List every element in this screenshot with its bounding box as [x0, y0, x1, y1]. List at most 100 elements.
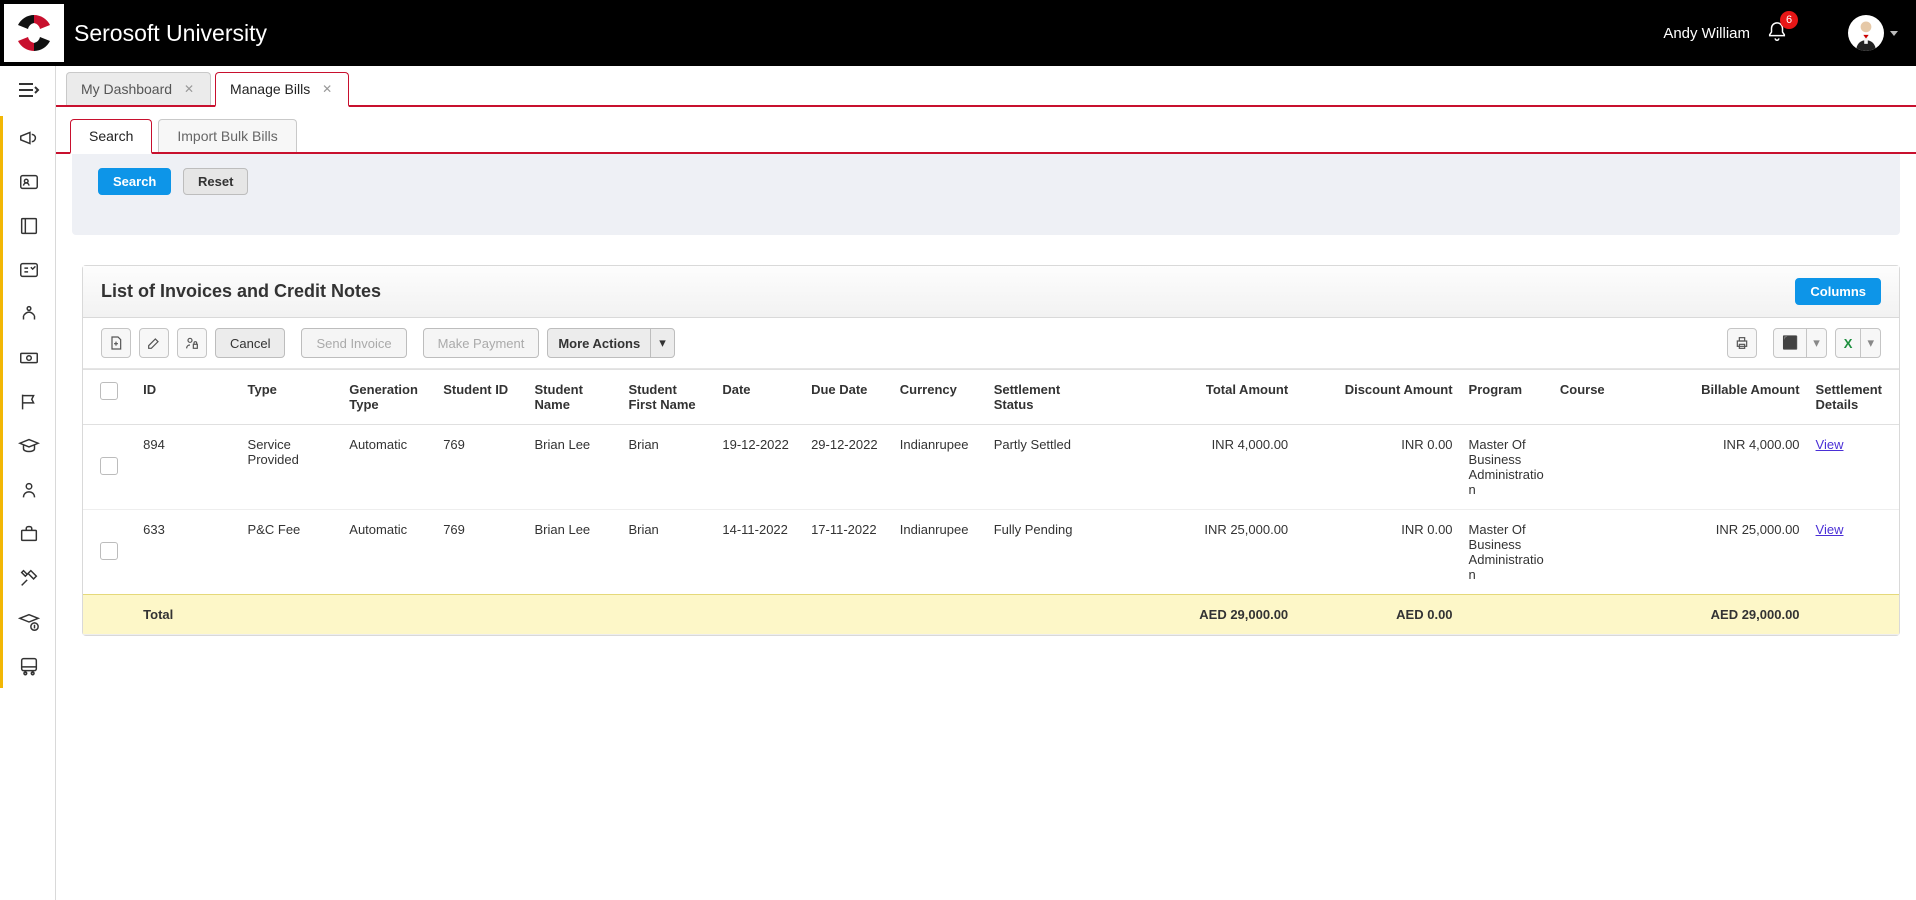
user-name[interactable]: Andy William [1663, 25, 1750, 42]
sidebar-item-tasks[interactable] [0, 248, 56, 292]
flag-icon [18, 391, 40, 413]
more-actions-dropdown[interactable]: More Actions ▾ [547, 328, 674, 358]
book-icon [18, 215, 40, 237]
sidebar [0, 66, 56, 900]
cell-total-amount: INR 4,000.00 [1087, 425, 1296, 510]
app-logo[interactable] [4, 4, 64, 62]
reset-button[interactable]: Reset [183, 168, 248, 195]
sidebar-item-users[interactable] [0, 468, 56, 512]
cell-settlement-status: Fully Pending [986, 510, 1088, 595]
cell-student-name: Brian Lee [527, 510, 621, 595]
table-row[interactable]: 894 Service Provided Automatic 769 Brian… [83, 425, 1899, 510]
tab-label: Manage Bills [230, 81, 310, 97]
cell-student-id: 769 [435, 510, 526, 595]
col-gen-type[interactable]: Generation Type [341, 370, 435, 425]
tab-manage-bills[interactable]: Manage Bills ✕ [215, 72, 349, 107]
sub-tab-import[interactable]: Import Bulk Bills [158, 119, 296, 152]
sidebar-item-finance[interactable] [0, 336, 56, 380]
sidebar-item-reports[interactable] [0, 380, 56, 424]
sidebar-item-library[interactable] [0, 204, 56, 248]
excel-icon: X [1836, 336, 1861, 351]
cash-icon [18, 347, 40, 369]
sidebar-item-services[interactable] [0, 512, 56, 556]
col-discount-amount[interactable]: Discount Amount [1296, 370, 1460, 425]
notification-badge: 6 [1780, 11, 1798, 29]
cell-total-amount: INR 25,000.00 [1087, 510, 1296, 595]
total-billable: AED 29,000.00 [1682, 595, 1807, 635]
col-total-amount[interactable]: Total Amount [1087, 370, 1296, 425]
col-settlement-details[interactable]: Settlement Details [1808, 370, 1899, 425]
export-excel-dropdown[interactable]: X ▾ [1835, 328, 1881, 358]
more-actions-label: More Actions [548, 336, 650, 351]
col-settlement-status[interactable]: Settlement Status [986, 370, 1088, 425]
graduation-icon [18, 435, 40, 457]
edit-button[interactable] [139, 328, 169, 358]
total-label: Total [135, 595, 239, 635]
sub-tab-search[interactable]: Search [70, 119, 152, 154]
table-row[interactable]: 633 P&C Fee Automatic 769 Brian Lee Bria… [83, 510, 1899, 595]
row-checkbox[interactable] [100, 542, 118, 560]
tab-my-dashboard[interactable]: My Dashboard ✕ [66, 72, 211, 105]
close-icon[interactable]: ✕ [320, 82, 334, 96]
briefcase-icon [18, 523, 40, 545]
col-first-name[interactable]: Student First Name [620, 370, 714, 425]
cell-student-id: 769 [435, 425, 526, 510]
send-invoice-button[interactable]: Send Invoice [301, 328, 406, 358]
cancel-button[interactable]: Cancel [215, 328, 285, 358]
notifications-button[interactable]: 6 [1766, 21, 1788, 46]
user-icon [18, 479, 40, 501]
print-button[interactable] [1727, 328, 1757, 358]
row-checkbox[interactable] [100, 457, 118, 475]
view-link[interactable]: View [1816, 437, 1844, 452]
sidebar-item-profile[interactable] [0, 160, 56, 204]
sidebar-item-graduation[interactable] [0, 424, 56, 468]
cell-type: P&C Fee [240, 510, 342, 595]
col-due-date[interactable]: Due Date [803, 370, 892, 425]
chevron-down-icon: ▾ [651, 335, 674, 351]
col-currency[interactable]: Currency [892, 370, 986, 425]
sidebar-item-announce[interactable] [0, 116, 56, 160]
table-header-row: ID Type Generation Type Student ID Stude… [83, 370, 1899, 425]
col-student-id[interactable]: Student ID [435, 370, 526, 425]
col-type[interactable]: Type [240, 370, 342, 425]
user-avatar[interactable] [1848, 15, 1884, 51]
export-pdf-dropdown[interactable]: ⬛ ▾ [1773, 328, 1827, 358]
col-date[interactable]: Date [714, 370, 803, 425]
invoices-section: List of Invoices and Credit Notes Column… [82, 265, 1900, 636]
columns-button[interactable]: Columns [1795, 278, 1881, 305]
sidebar-item-tools[interactable] [0, 556, 56, 600]
col-student-name[interactable]: Student Name [527, 370, 621, 425]
user-lock-icon [184, 335, 200, 351]
view-link[interactable]: View [1816, 522, 1844, 537]
col-course[interactable]: Course [1552, 370, 1682, 425]
sidebar-toggle[interactable] [16, 74, 40, 106]
cell-billable-amount: INR 25,000.00 [1682, 510, 1807, 595]
select-all-checkbox[interactable] [100, 382, 118, 400]
chevron-down-icon: ▾ [1807, 335, 1826, 351]
section-title: List of Invoices and Credit Notes [101, 281, 381, 302]
reading-icon [18, 303, 40, 325]
search-button[interactable]: Search [98, 168, 171, 195]
col-billable-amount[interactable]: Billable Amount [1682, 370, 1807, 425]
lock-button[interactable] [177, 328, 207, 358]
add-button[interactable] [101, 328, 131, 358]
grad-money-icon [18, 611, 40, 633]
app-title: Serosoft University [74, 20, 267, 47]
sidebar-item-academics[interactable] [0, 292, 56, 336]
close-icon[interactable]: ✕ [182, 82, 196, 96]
sidebar-item-scholarship[interactable] [0, 600, 56, 644]
cell-id: 894 [135, 425, 239, 510]
cell-billable-amount: INR 4,000.00 [1682, 425, 1807, 510]
col-id[interactable]: ID [135, 370, 239, 425]
chevron-down-icon: ▾ [1861, 335, 1880, 351]
user-menu-caret[interactable] [1890, 31, 1898, 36]
make-payment-button[interactable]: Make Payment [423, 328, 540, 358]
sidebar-item-transport[interactable] [0, 644, 56, 688]
col-program[interactable]: Program [1461, 370, 1552, 425]
cell-settlement-status: Partly Settled [986, 425, 1088, 510]
search-panel: Search Reset [72, 154, 1900, 235]
main-content: My Dashboard ✕ Manage Bills ✕ Search Imp… [56, 66, 1916, 900]
main-tabs: My Dashboard ✕ Manage Bills ✕ [56, 66, 1916, 107]
cell-currency: Indianrupee [892, 510, 986, 595]
printer-icon [1734, 335, 1750, 351]
